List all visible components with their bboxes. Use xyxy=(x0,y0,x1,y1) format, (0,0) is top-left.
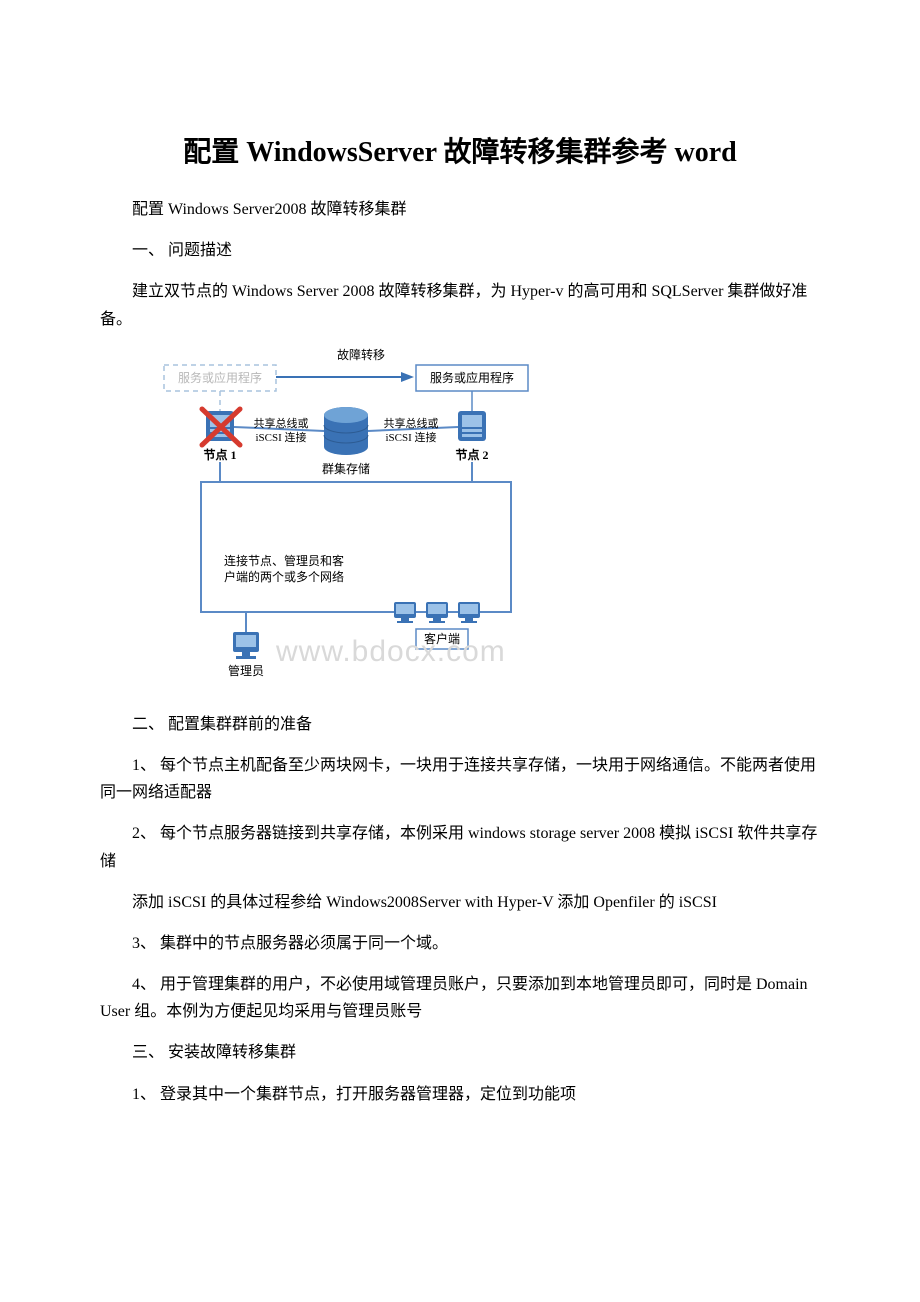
section-2-item-4: 4、 用于管理集群的用户，不必使用域管理员账户，只要添加到本地管理员即可，同时是… xyxy=(100,971,820,1025)
service-left-text: 服务或应用程序 xyxy=(178,370,262,385)
section-1-body: 建立双节点的 Windows Server 2008 故障转移集群，为 Hype… xyxy=(100,278,820,332)
network-box xyxy=(201,482,511,612)
section-2-heading: 二、 配置集群群前的准备 xyxy=(100,711,820,738)
shared-bus-right-2: iSCSI 连接 xyxy=(385,431,436,444)
admin-icon xyxy=(233,632,259,659)
node2-label: 节点 2 xyxy=(455,447,488,462)
section-1-heading: 一、 问题描述 xyxy=(100,237,820,264)
node2-server-icon xyxy=(458,411,486,441)
section-3-item-1: 1、 登录其中一个集群节点，打开服务器管理器，定位到功能项 xyxy=(100,1081,820,1108)
client-label: 客户端 xyxy=(424,631,460,646)
node1-label: 节点 1 xyxy=(203,447,236,462)
arrow-head xyxy=(401,372,414,382)
service-right-text: 服务或应用程序 xyxy=(430,370,514,385)
failover-label: 故障转移 xyxy=(337,347,385,362)
admin-label: 管理员 xyxy=(228,663,264,678)
section-2-item-2: 2、 每个节点服务器链接到共享存储，本例采用 windows storage s… xyxy=(100,820,820,874)
shared-bus-left-1: 共享总线或 xyxy=(254,416,309,430)
subtitle-line: 配置 Windows Server2008 故障转移集群 xyxy=(100,196,820,223)
document-title: 配置 WindowsServer 故障转移集群参考 word xyxy=(100,130,820,170)
section-2-item-3: 3、 集群中的节点服务器必须属于同一个域。 xyxy=(100,930,820,957)
section-2-note: 添加 iSCSI 的具体过程参给 Windows2008Server with … xyxy=(100,889,820,916)
cluster-diagram: 故障转移 服务或应用程序 服务或应用程序 xyxy=(146,347,820,697)
section-3-heading: 三、 安装故障转移集群 xyxy=(100,1039,820,1066)
section-2-item-1: 1、 每个节点主机配备至少两块网卡，一块用于连接共享存储，一块用于网络通信。不能… xyxy=(100,752,820,806)
client-icons xyxy=(394,602,480,623)
shared-bus-left-2: iSCSI 连接 xyxy=(255,431,306,444)
storage-icon xyxy=(324,407,368,455)
network-text-2: 户端的两个或多个网络 xyxy=(224,569,344,584)
storage-label: 群集存储 xyxy=(322,461,370,476)
network-text-1: 连接节点、管理员和客 xyxy=(224,553,344,568)
shared-bus-right-1: 共享总线或 xyxy=(384,416,439,430)
